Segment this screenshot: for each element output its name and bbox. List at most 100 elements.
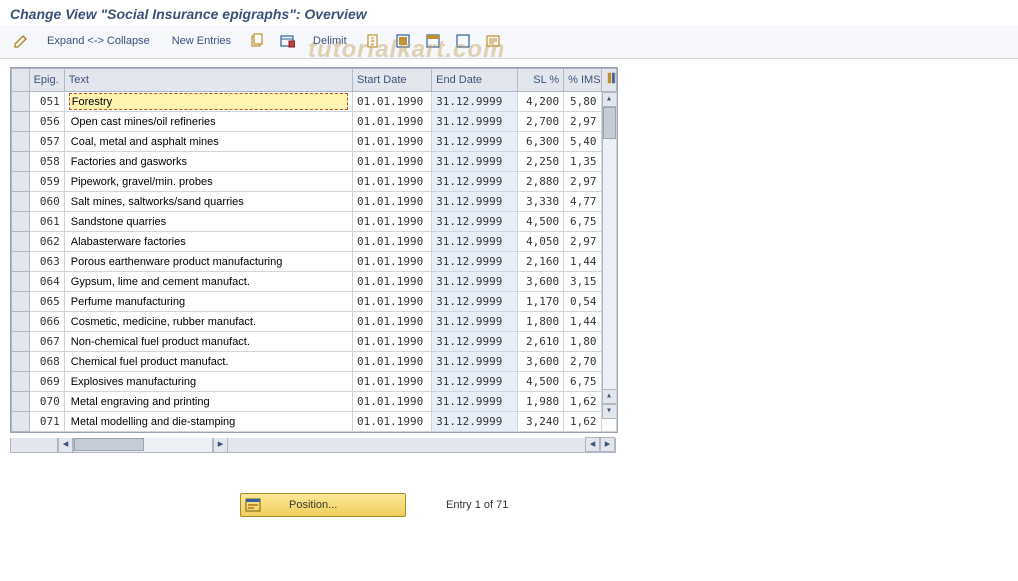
text-input[interactable]: [69, 253, 348, 270]
row-selector[interactable]: [12, 112, 30, 132]
cell-end-date[interactable]: 31.12.9999: [432, 352, 518, 372]
hscroll-thumb[interactable]: [74, 438, 144, 451]
expand-collapse-button[interactable]: Expand <-> Collapse: [38, 30, 159, 52]
row-selector[interactable]: [12, 152, 30, 172]
new-entries-button[interactable]: New Entries: [163, 30, 240, 52]
select-all-icon[interactable]: [390, 30, 416, 52]
cell-ims[interactable]: 2,97: [564, 112, 601, 132]
cell-end-date[interactable]: 31.12.9999: [432, 252, 518, 272]
cell-sl[interactable]: 3,330: [517, 192, 563, 212]
cell-epig[interactable]: 057: [29, 132, 64, 152]
col-header-text[interactable]: Text: [64, 69, 352, 92]
cell-start-date[interactable]: 01.01.1990: [352, 372, 431, 392]
toggle-edit-icon[interactable]: [8, 30, 34, 52]
hscroll-right2-icon[interactable]: ▸: [600, 437, 615, 452]
delimit-button[interactable]: Delimit: [304, 30, 356, 52]
cell-start-date[interactable]: 01.01.1990: [352, 412, 431, 432]
cell-sl[interactable]: 1,170: [517, 292, 563, 312]
cell-epig[interactable]: 060: [29, 192, 64, 212]
cell-start-date[interactable]: 01.01.1990: [352, 112, 431, 132]
row-selector[interactable]: [12, 132, 30, 152]
cell-epig[interactable]: 061: [29, 212, 64, 232]
cell-end-date[interactable]: 31.12.9999: [432, 172, 518, 192]
cell-epig[interactable]: 069: [29, 372, 64, 392]
cell-ims[interactable]: 0,54: [564, 292, 601, 312]
cell-epig[interactable]: 064: [29, 272, 64, 292]
text-input[interactable]: [69, 233, 348, 250]
text-input[interactable]: [69, 313, 348, 330]
cell-epig[interactable]: 056: [29, 112, 64, 132]
cell-end-date[interactable]: 31.12.9999: [432, 272, 518, 292]
cell-ims[interactable]: 1,44: [564, 312, 601, 332]
row-selector[interactable]: [12, 192, 30, 212]
text-input[interactable]: [69, 173, 348, 190]
col-header-epig[interactable]: Epig.: [29, 69, 64, 92]
text-input[interactable]: [69, 153, 348, 170]
cell-ims[interactable]: 1,35: [564, 152, 601, 172]
row-selector[interactable]: [12, 412, 30, 432]
cell-ims[interactable]: 4,77: [564, 192, 601, 212]
cell-start-date[interactable]: 01.01.1990: [352, 352, 431, 372]
undo-icon[interactable]: [360, 30, 386, 52]
row-selector[interactable]: [12, 272, 30, 292]
copy-icon[interactable]: [244, 30, 270, 52]
cell-epig[interactable]: 063: [29, 252, 64, 272]
cell-sl[interactable]: 2,700: [517, 112, 563, 132]
cell-ims[interactable]: 2,70: [564, 352, 601, 372]
cell-sl[interactable]: 4,500: [517, 372, 563, 392]
cell-end-date[interactable]: 31.12.9999: [432, 372, 518, 392]
row-selector[interactable]: [12, 352, 30, 372]
cell-end-date[interactable]: 31.12.9999: [432, 152, 518, 172]
cell-start-date[interactable]: 01.01.1990: [352, 192, 431, 212]
cell-epig[interactable]: 051: [29, 92, 64, 112]
cell-end-date[interactable]: 31.12.9999: [432, 412, 518, 432]
cell-sl[interactable]: 2,250: [517, 152, 563, 172]
col-header-ims[interactable]: % IMS: [564, 69, 601, 92]
vscroll-pgup-icon[interactable]: ▴: [602, 389, 617, 404]
cell-epig[interactable]: 067: [29, 332, 64, 352]
cell-ims[interactable]: 1,62: [564, 412, 601, 432]
deselect-icon[interactable]: [450, 30, 476, 52]
text-input[interactable]: [69, 393, 348, 410]
cell-end-date[interactable]: 31.12.9999: [432, 292, 518, 312]
cell-epig[interactable]: 059: [29, 172, 64, 192]
text-input[interactable]: [69, 353, 348, 370]
cell-sl[interactable]: 2,880: [517, 172, 563, 192]
cell-start-date[interactable]: 01.01.1990: [352, 212, 431, 232]
text-input[interactable]: [69, 193, 348, 210]
row-selector[interactable]: [12, 392, 30, 412]
hscroll-right-icon[interactable]: ▸: [213, 438, 228, 453]
select-block-icon[interactable]: [420, 30, 446, 52]
cell-sl[interactable]: 2,610: [517, 332, 563, 352]
cell-start-date[interactable]: 01.01.1990: [352, 392, 431, 412]
cell-ims[interactable]: 3,15: [564, 272, 601, 292]
text-input[interactable]: [69, 273, 348, 290]
cell-sl[interactable]: 3,600: [517, 272, 563, 292]
cell-end-date[interactable]: 31.12.9999: [432, 132, 518, 152]
cell-epig[interactable]: 065: [29, 292, 64, 312]
cell-epig[interactable]: 070: [29, 392, 64, 412]
cell-start-date[interactable]: 01.01.1990: [352, 312, 431, 332]
col-header-start[interactable]: Start Date: [352, 69, 431, 92]
cell-sl[interactable]: 4,050: [517, 232, 563, 252]
cell-end-date[interactable]: 31.12.9999: [432, 232, 518, 252]
cell-epig[interactable]: 062: [29, 232, 64, 252]
cell-epig[interactable]: 071: [29, 412, 64, 432]
cell-ims[interactable]: 2,97: [564, 232, 601, 252]
row-selector[interactable]: [12, 372, 30, 392]
cell-start-date[interactable]: 01.01.1990: [352, 252, 431, 272]
cell-end-date[interactable]: 31.12.9999: [432, 92, 518, 112]
cell-sl[interactable]: 4,200: [517, 92, 563, 112]
cell-ims[interactable]: 2,97: [564, 172, 601, 192]
vscroll-up-icon[interactable]: ▴: [602, 92, 617, 107]
text-input[interactable]: [69, 93, 348, 110]
configure-columns-icon[interactable]: [601, 69, 616, 92]
row-selector[interactable]: [12, 292, 30, 312]
cell-sl[interactable]: 6,300: [517, 132, 563, 152]
text-input[interactable]: [69, 133, 348, 150]
cell-start-date[interactable]: 01.01.1990: [352, 292, 431, 312]
text-input[interactable]: [69, 333, 348, 350]
text-input[interactable]: [69, 413, 348, 430]
cell-end-date[interactable]: 31.12.9999: [432, 192, 518, 212]
cell-epig[interactable]: 068: [29, 352, 64, 372]
